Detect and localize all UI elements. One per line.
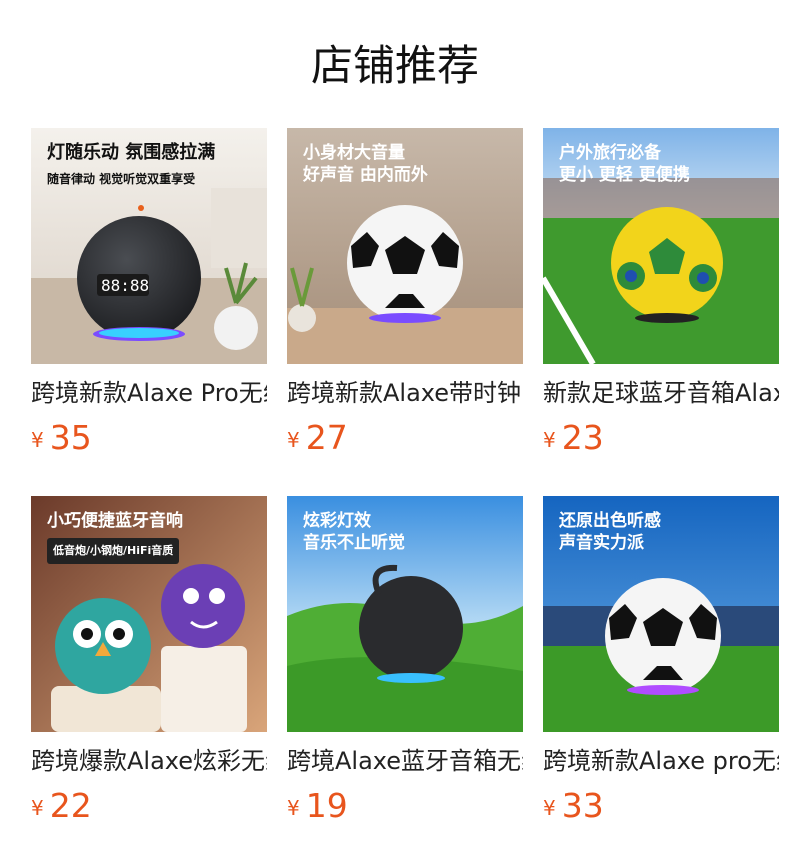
currency-symbol: ¥: [31, 796, 44, 820]
product-price: ¥35: [31, 418, 92, 458]
currency-symbol: ¥: [287, 796, 300, 820]
product-card[interactable]: 炫彩灯效 音乐不止听觉 跨境Alaxe蓝牙音箱无线 ¥19: [287, 496, 523, 825]
product-name[interactable]: 跨境爆款Alaxe炫彩无线: [31, 744, 267, 778]
promo-text: 户外旅行必备 更小 更轻 更便携: [559, 143, 690, 185]
clock-display: 88:88: [101, 276, 150, 295]
promo-text: 小巧便捷蓝牙音响 低音炮/小钢炮/HiFi音质: [47, 510, 183, 564]
promo-text: 还原出色听感 声音实力派: [559, 511, 661, 553]
currency-symbol: ¥: [543, 428, 556, 452]
currency-symbol: ¥: [543, 796, 556, 820]
product-card[interactable]: 小身材大音量 好声音 由内而外 跨境新款Alaxe带时钟 ¥27: [287, 128, 523, 457]
price-value: 22: [49, 786, 92, 825]
product-card[interactable]: 小巧便捷蓝牙音响 低音炮/小钢炮/HiFi音质 跨境爆款Alaxe炫彩无线 ¥2…: [31, 496, 267, 825]
currency-symbol: ¥: [31, 428, 44, 452]
product-price: ¥19: [287, 786, 348, 826]
product-name[interactable]: 跨境Alaxe蓝牙音箱无线: [287, 744, 523, 778]
product-price: ¥33: [543, 786, 604, 826]
promo-text: 炫彩灯效 音乐不止听觉: [303, 511, 405, 553]
product-image[interactable]: 小巧便捷蓝牙音响 低音炮/小钢炮/HiFi音质: [31, 496, 267, 732]
promo-text: 灯随乐动 氛围感拉满 随音律动 视觉听觉双重享受: [47, 142, 216, 186]
price-value: 35: [49, 418, 92, 457]
product-name[interactable]: 新款足球蓝牙音箱Alaxe: [543, 376, 779, 410]
product-name[interactable]: 跨境新款Alaxe Pro无线: [31, 376, 267, 410]
product-price: ¥23: [543, 418, 604, 458]
product-image[interactable]: 还原出色听感 声音实力派: [543, 496, 779, 732]
price-value: 23: [561, 418, 604, 457]
product-price: ¥27: [287, 418, 348, 458]
product-name[interactable]: 跨境新款Alaxe pro无线: [543, 744, 779, 778]
page-title: 店铺推荐: [310, 41, 479, 90]
product-image[interactable]: 灯随乐动 氛围感拉满 随音律动 视觉听觉双重享受 88:88: [31, 128, 267, 364]
price-value: 27: [305, 418, 348, 457]
product-image[interactable]: 小身材大音量 好声音 由内而外: [287, 128, 523, 364]
product-image[interactable]: 炫彩灯效 音乐不止听觉: [287, 496, 523, 732]
product-card[interactable]: 户外旅行必备 更小 更轻 更便携 新款足球蓝牙音箱Alaxe ¥23: [543, 128, 779, 457]
price-value: 33: [561, 786, 604, 825]
product-card[interactable]: 还原出色听感 声音实力派 跨境新款Alaxe pro无线 ¥33: [543, 496, 779, 825]
currency-symbol: ¥: [287, 428, 300, 452]
product-name[interactable]: 跨境新款Alaxe带时钟: [287, 376, 523, 410]
promo-text: 小身材大音量 好声音 由内而外: [303, 143, 428, 185]
feature-tag: 低音炮/小钢炮/HiFi音质: [47, 538, 180, 564]
product-image[interactable]: 户外旅行必备 更小 更轻 更便携: [543, 128, 779, 364]
product-card[interactable]: 灯随乐动 氛围感拉满 随音律动 视觉听觉双重享受 88:88 跨境新款Alaxe…: [31, 128, 267, 457]
price-value: 19: [305, 786, 348, 825]
product-price: ¥22: [31, 786, 92, 826]
